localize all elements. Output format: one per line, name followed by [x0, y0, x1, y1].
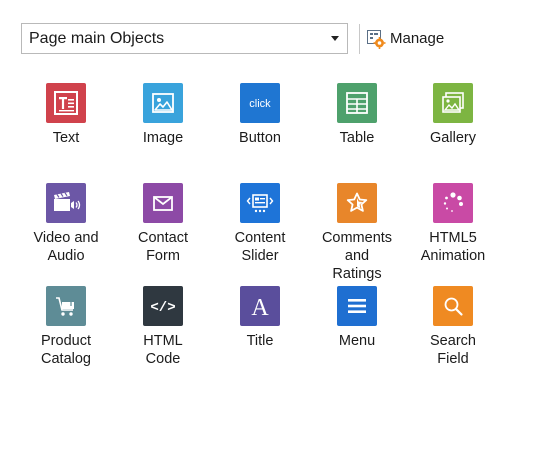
object-tile-label: Product Catalog — [41, 333, 91, 367]
title-icon: A — [240, 286, 280, 326]
menu-icon — [337, 286, 377, 326]
button-icon: click — [240, 83, 280, 123]
slider-icon — [240, 183, 280, 223]
svg-text:A: A — [251, 295, 269, 319]
mail-icon — [143, 183, 183, 223]
object-tile-label: Menu — [338, 333, 376, 349]
object-tile-html5-animation[interactable]: HTML5 Animation — [405, 183, 501, 265]
table-icon — [337, 83, 377, 123]
search-icon — [433, 286, 473, 326]
object-tile-html-code[interactable]: </> HTML Code — [115, 286, 211, 368]
object-tile-content-slider[interactable]: Content Slider — [212, 183, 308, 265]
object-tile-menu[interactable]: Menu — [309, 286, 405, 350]
svg-text:</>: </> — [150, 300, 175, 316]
object-tile-search-field[interactable]: Search Field — [405, 286, 501, 368]
gallery-icon — [433, 83, 473, 123]
toolbar: Page main Objects Manage — [0, 0, 538, 78]
image-icon — [143, 83, 183, 123]
svg-text:click: click — [249, 98, 271, 110]
manage-button[interactable]: Manage — [366, 26, 444, 52]
object-tile-label: Search Field — [430, 333, 476, 367]
object-tile-contact-form[interactable]: Contact Form — [115, 183, 211, 265]
object-category-dropdown[interactable]: Page main Objects — [21, 23, 348, 54]
object-tile-comments-ratings[interactable]: Comments and Ratings — [309, 183, 405, 283]
rating-icon — [337, 183, 377, 223]
object-tile-table[interactable]: Table — [309, 83, 405, 147]
object-tile-label: Contact Form — [138, 230, 188, 264]
chevron-down-icon — [331, 36, 339, 41]
cart-icon — [46, 286, 86, 326]
toolbar-divider — [359, 24, 360, 54]
object-tile-label: Title — [246, 333, 274, 349]
object-tile-label: Video and Audio — [33, 230, 99, 264]
object-tile-text[interactable]: Text — [18, 83, 114, 147]
manage-label: Manage — [390, 30, 445, 47]
dropdown-value: Page main Objects — [29, 30, 165, 47]
object-tile-label: HTML5 Animation — [420, 230, 486, 264]
object-tile-product-catalog[interactable]: Product Catalog — [18, 286, 114, 368]
object-tile-label: Gallery — [430, 130, 476, 146]
object-tile-label: Text — [52, 130, 80, 146]
object-tile-label: Comments and Ratings — [321, 230, 393, 282]
object-tile-label: Image — [142, 130, 184, 146]
text-icon — [46, 83, 86, 123]
video-audio-icon — [46, 183, 86, 223]
code-icon: </> — [143, 286, 183, 326]
object-tile-button[interactable]: click Button — [212, 83, 308, 147]
animation-icon — [433, 183, 473, 223]
object-tile-gallery[interactable]: Gallery — [405, 83, 501, 147]
object-tile-label: Content Slider — [234, 230, 286, 264]
object-tile-title[interactable]: A Title — [212, 286, 308, 350]
object-tile-label: Button — [239, 130, 281, 146]
object-tile-image[interactable]: Image — [115, 83, 211, 147]
object-tile-video-audio[interactable]: Video and Audio — [18, 183, 114, 265]
object-tile-label: Table — [339, 130, 375, 146]
manage-gear-icon — [366, 29, 386, 49]
object-tile-label: HTML Code — [143, 333, 183, 367]
